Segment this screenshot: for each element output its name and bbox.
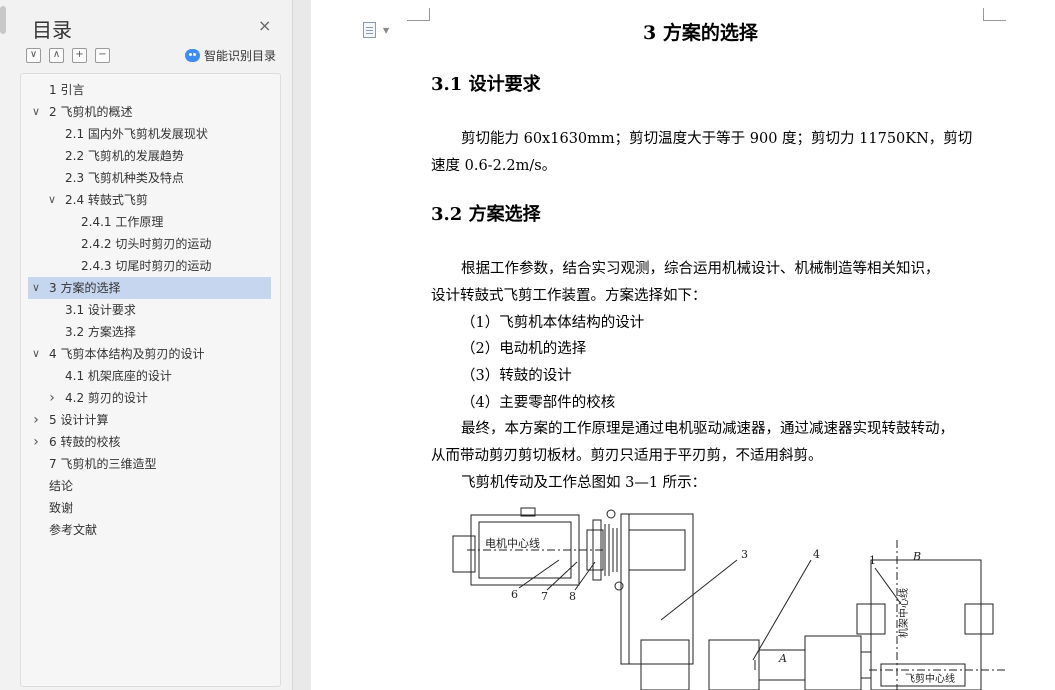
toc-item[interactable]: 7 飞剪机的三维造型 [28, 453, 271, 475]
close-icon[interactable]: × [258, 18, 271, 34]
paragraph-line: 从而带动剪刃剪切板材。剪刃只适用于平刃剪，不适用斜剪。 [431, 448, 823, 464]
toc-item[interactable]: 4.1 机架底座的设计 [28, 365, 271, 387]
toc-item-label: 2.4.1 工作原理 [81, 215, 164, 229]
list-item: （4）主要零部件的校核 [461, 395, 616, 411]
part-number: 8 [569, 590, 576, 603]
chevron-right-icon[interactable] [30, 431, 42, 454]
paragraph-line: 设计转鼓式飞剪工作装置。方案选择如下： [431, 288, 707, 304]
toc-item[interactable]: 2.2 飞剪机的发展趋势 [28, 145, 271, 167]
part-number: 7 [541, 590, 548, 603]
toc-item[interactable]: 2.4 转鼓式飞剪 [28, 189, 271, 211]
shear-centerline-label: 飞剪中心线 [905, 672, 955, 685]
toc-item-label: 致谢 [49, 501, 74, 515]
figure-intro: 飞剪机传动及工作总图如 3—1 所示： [461, 475, 707, 491]
coupling-drawing [586, 509, 624, 591]
document-area: ▼ 3 方案的选择 3.1 设计要求 剪切能力 60x1630mm；剪切温度大于… [293, 0, 1055, 690]
toc-item-label: 4 飞剪本体结构及剪刃的设计 [49, 347, 205, 361]
toc-item-label: 4.2 剪刃的设计 [65, 391, 148, 405]
paragraph-line: 剪切能力 60x1630mm；剪切温度大于等于 900 度；剪切力 11750K… [461, 131, 973, 147]
toc-item-label: 6 转鼓的校核 [49, 435, 121, 449]
chevron-down-icon[interactable]: ▼ [383, 26, 389, 35]
page-corner-mark [983, 8, 1006, 21]
toc-item-label: 3 方案的选择 [49, 281, 121, 295]
toc-item-label: 结论 [49, 479, 74, 493]
toc-item[interactable]: 结论 [28, 475, 271, 497]
toc-item-label: 2.4.3 切尾时剪刃的运动 [81, 259, 212, 273]
toc-toolbar: ∨ ∧ + − [26, 48, 110, 64]
toc-item[interactable]: 2.4.3 切尾时剪刃的运动 [28, 255, 271, 277]
expand-all-icon[interactable]: ∨ [26, 48, 41, 63]
toc-item[interactable]: 致谢 [28, 497, 271, 519]
reducer-drawing [620, 513, 694, 690]
section-title: 3.1 设计要求 [431, 74, 541, 95]
chevron-right-icon[interactable] [30, 409, 42, 432]
motor-drawing: 电机中心线 [452, 507, 605, 586]
toc-item-label: 2.1 国内外飞剪机发展现状 [65, 127, 208, 141]
chevron-down-icon[interactable] [46, 189, 58, 211]
paragraph-line: 速度 0.6-2.2m/s。 [431, 158, 557, 174]
list-item: （2）电动机的选择 [461, 341, 587, 357]
chevron-right-icon[interactable] [46, 387, 58, 410]
smart-assistant-icon [185, 49, 200, 62]
toc-item-label: 参考文献 [49, 523, 98, 537]
frame-centerline-label: 机架中心线 [897, 588, 910, 638]
smart-toc-label: 智能识别目录 [204, 49, 277, 63]
toc-item[interactable]: 2 飞剪机的概述 [28, 101, 271, 123]
toc-item[interactable]: 4 飞剪本体结构及剪刃的设计 [28, 343, 271, 365]
part-number: 1 [869, 554, 876, 567]
remove-heading-icon[interactable]: − [95, 48, 110, 63]
toc-item-label: 2.2 飞剪机的发展趋势 [65, 149, 184, 163]
transmission-diagram: 电机中心线 6 7 8 3 4 1 A B 飞剪中心线 机架中心线 [452, 507, 1005, 690]
arrow-b-label: B [912, 550, 921, 563]
document-page: ▼ 3 方案的选择 3.1 设计要求 剪切能力 60x1630mm；剪切温度大于… [311, 0, 1055, 690]
toc-item[interactable]: 3.1 设计要求 [28, 299, 271, 321]
toc-sidebar: 目录 × ∨ ∧ + − 智能识别目录 1 引言 2 飞剪机的概述 2.1 国内外飞… [0, 0, 293, 690]
chevron-down-icon[interactable] [30, 343, 42, 365]
chevron-down-icon[interactable] [30, 277, 42, 299]
toc-title: 目录 [32, 18, 72, 42]
toc-item[interactable]: 3.2 方案选择 [28, 321, 271, 343]
toc-item-label: 2.4.2 切头时剪刃的运动 [81, 237, 212, 251]
collapse-all-icon[interactable]: ∧ [49, 48, 64, 63]
section-title: 3.2 方案选择 [431, 204, 541, 225]
list-item: （1）飞剪机本体结构的设计 [461, 315, 645, 331]
toc-item[interactable]: 6 转鼓的校核 [28, 431, 271, 453]
part-number: 3 [741, 548, 748, 561]
toc-item-label: 3.1 设计要求 [65, 303, 136, 317]
toc-item[interactable]: 2.4.2 切头时剪刃的运动 [28, 233, 271, 255]
toc-item-label: 2.3 飞剪机种类及特点 [65, 171, 184, 185]
page-corner-mark [407, 8, 430, 21]
smart-toc-button[interactable]: 智能识别目录 [185, 47, 276, 64]
toc-item-label: 4.1 机架底座的设计 [65, 369, 172, 383]
toc-item[interactable]: 5 设计计算 [28, 409, 271, 431]
toc-list: 1 引言 2 飞剪机的概述 2.1 国内外飞剪机发展现状 2.2 飞剪机的发展趋势 2.… [20, 73, 281, 687]
paragraph-line: 根据工作参数，结合实习观测，综合运用机械设计、机械制造等相关知识， [461, 261, 940, 277]
drum-shaft-drawing [708, 540, 1005, 690]
toc-item-label: 2.4 转鼓式飞剪 [65, 193, 148, 207]
list-item: （3）转鼓的设计 [461, 368, 572, 384]
add-heading-icon[interactable]: + [72, 48, 87, 63]
sidebar-scrollbar[interactable] [0, 6, 6, 34]
paragraph-line: 最终，本方案的工作原理是通过电机驱动减速器，通过减速器实现转鼓转动， [461, 421, 954, 437]
part-number: 6 [511, 588, 518, 601]
toc-item[interactable]: 2.4.1 工作原理 [28, 211, 271, 233]
toc-item-label: 2 飞剪机的概述 [49, 105, 133, 119]
arrow-a-label: A [778, 652, 787, 665]
toc-item[interactable]: 4.2 剪刃的设计 [28, 387, 271, 409]
toc-item-label: 3.2 方案选择 [65, 325, 136, 339]
motor-centerline-label: 电机中心线 [485, 536, 540, 550]
toc-item[interactable]: 2.1 国内外飞剪机发展现状 [28, 123, 271, 145]
toc-item[interactable]: 1 引言 [28, 79, 271, 101]
toc-item[interactable]: 参考文献 [28, 519, 271, 541]
toc-item-label: 7 飞剪机的三维造型 [49, 457, 157, 471]
toc-item-label: 1 引言 [49, 83, 85, 97]
chevron-down-icon[interactable] [30, 101, 42, 123]
chapter-title: 3 方案的选择 [643, 22, 758, 44]
document-icon[interactable] [363, 22, 376, 38]
part-number: 4 [813, 548, 820, 561]
leader-lines [518, 559, 902, 670]
toc-item-label: 5 设计计算 [49, 413, 109, 427]
toc-item[interactable]: 3 方案的选择 [28, 277, 271, 299]
toc-item[interactable]: 2.3 飞剪机种类及特点 [28, 167, 271, 189]
